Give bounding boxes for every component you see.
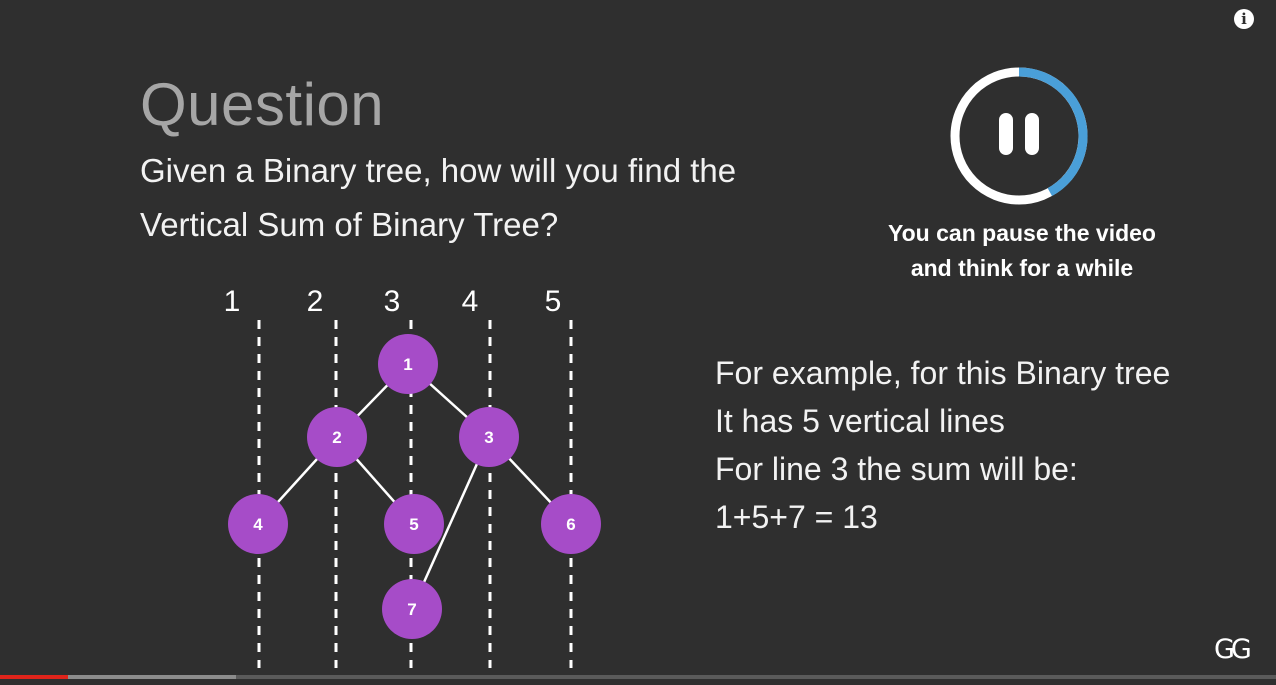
- tree-node-7: 7: [382, 579, 442, 639]
- tree-node-label: 3: [484, 428, 493, 447]
- binary-tree-diagram: 1 2 3 4 5 1 2 3 4 5 6 7: [224, 285, 601, 668]
- example-line-2: It has 5 vertical lines: [715, 403, 1005, 439]
- progress-played: [0, 675, 68, 679]
- video-progress-bar[interactable]: [0, 675, 1276, 679]
- tree-node-label: 6: [566, 515, 575, 534]
- info-icon[interactable]: i: [1234, 9, 1254, 29]
- example-line-3: For line 3 the sum will be:: [715, 451, 1078, 487]
- tree-node-3: 3: [459, 407, 519, 467]
- video-frame[interactable]: i Question Given a Binary tree, how will…: [0, 0, 1276, 685]
- tree-node-1: 1: [378, 334, 438, 394]
- vertical-line-label: 5: [545, 285, 562, 318]
- pause-bar-left: [999, 113, 1013, 155]
- pause-icon: [950, 67, 1088, 205]
- pause-bar-right: [1025, 113, 1039, 155]
- tree-node-5: 5: [384, 494, 444, 554]
- vertical-line-label: 4: [462, 285, 479, 318]
- tree-node-label: 2: [332, 428, 341, 447]
- tree-node-6: 6: [541, 494, 601, 554]
- pause-caption-line-2: and think for a while: [910, 255, 1134, 281]
- geeksforgeeks-logo: GG: [1214, 634, 1252, 665]
- tree-node-4: 4: [228, 494, 288, 554]
- example-line-4: 1+5+7 = 13: [715, 499, 878, 535]
- vertical-line-label: 3: [384, 285, 401, 318]
- pause-button[interactable]: [946, 63, 1092, 209]
- tree-node-2: 2: [307, 407, 367, 467]
- tree-node-label: 4: [253, 515, 263, 534]
- vertical-line-label: 2: [307, 285, 324, 318]
- pause-caption: You can pause the video and think for a …: [852, 216, 1192, 286]
- vertical-line-label: 1: [224, 285, 241, 318]
- tree-node-label: 1: [403, 355, 412, 374]
- tree-node-label: 7: [407, 600, 416, 619]
- tree-node-label: 5: [409, 515, 418, 534]
- example-line-1: For example, for this Binary tree: [715, 355, 1171, 391]
- pause-caption-line-1: You can pause the video: [888, 220, 1156, 246]
